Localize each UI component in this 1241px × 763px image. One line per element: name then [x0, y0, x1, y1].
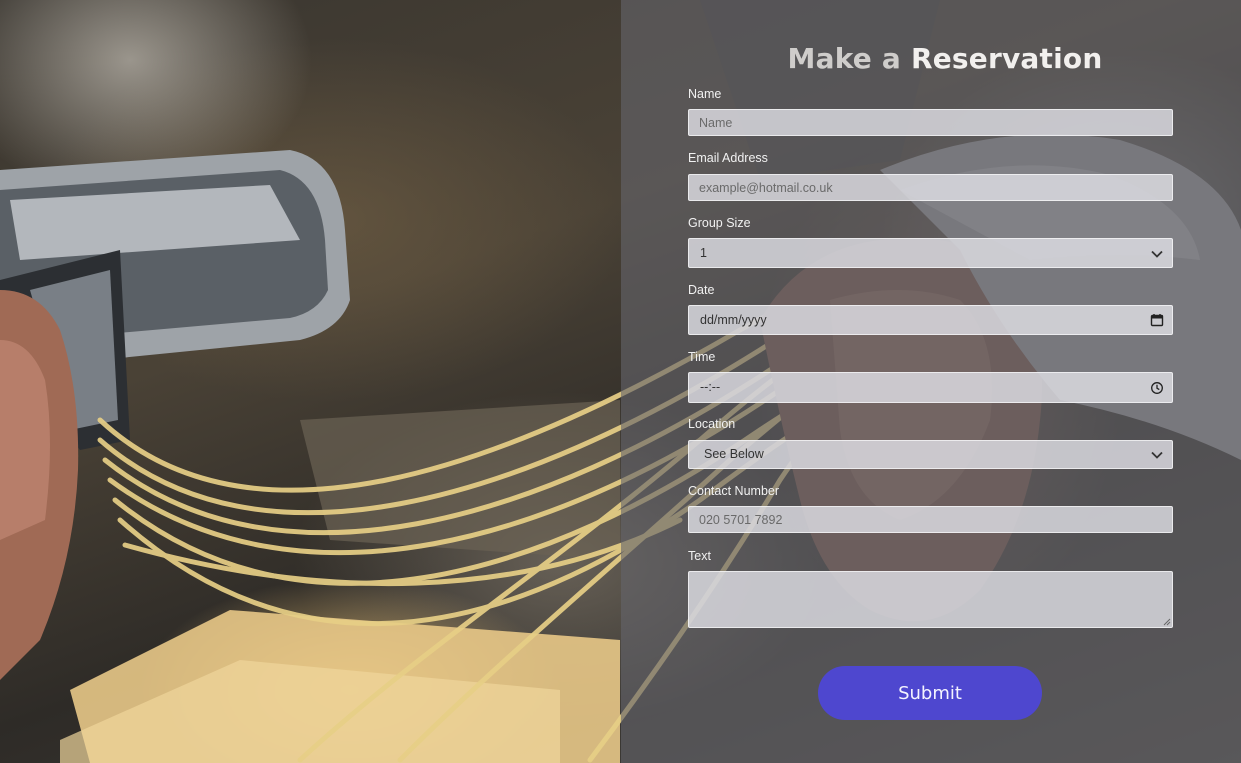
email-label: Email Address — [688, 151, 768, 165]
contact-number-input[interactable] — [688, 506, 1173, 533]
time-input[interactable]: --:-- — [688, 372, 1173, 403]
resize-handle-icon[interactable] — [1163, 618, 1171, 626]
group-size-label: Group Size — [688, 216, 751, 230]
location-select[interactable]: See Below — [688, 440, 1173, 469]
name-label: Name — [688, 87, 722, 101]
email-input[interactable] — [688, 174, 1173, 201]
submit-button[interactable]: Submit — [818, 666, 1042, 720]
group-size-select[interactable]: 1 — [688, 238, 1173, 268]
text-area[interactable] — [688, 571, 1173, 628]
date-value: dd/mm/yyyy — [700, 313, 767, 327]
date-input[interactable]: dd/mm/yyyy — [688, 305, 1173, 335]
location-label: Location — [688, 417, 736, 431]
text-area-wrapper — [688, 571, 1173, 628]
date-label: Date — [688, 283, 715, 297]
chevron-down-icon — [1151, 451, 1163, 459]
text-label: Text — [688, 549, 711, 563]
time-value: --:-- — [700, 380, 721, 394]
group-size-value: 1 — [700, 246, 707, 260]
title-main: Reservation — [910, 42, 1103, 75]
calendar-icon[interactable] — [1150, 313, 1164, 327]
contact-number-label: Contact Number — [688, 484, 780, 498]
location-value: See Below — [704, 447, 764, 461]
page-title: Make a Reservation — [621, 42, 1241, 75]
time-label: Time — [688, 350, 716, 364]
name-input[interactable] — [688, 109, 1173, 136]
chevron-down-icon — [1151, 250, 1163, 258]
reservation-form: Make a Reservation Name Email Address Gr… — [621, 0, 1241, 763]
title-prefix: Make a — [787, 42, 911, 75]
clock-icon[interactable] — [1150, 381, 1164, 395]
